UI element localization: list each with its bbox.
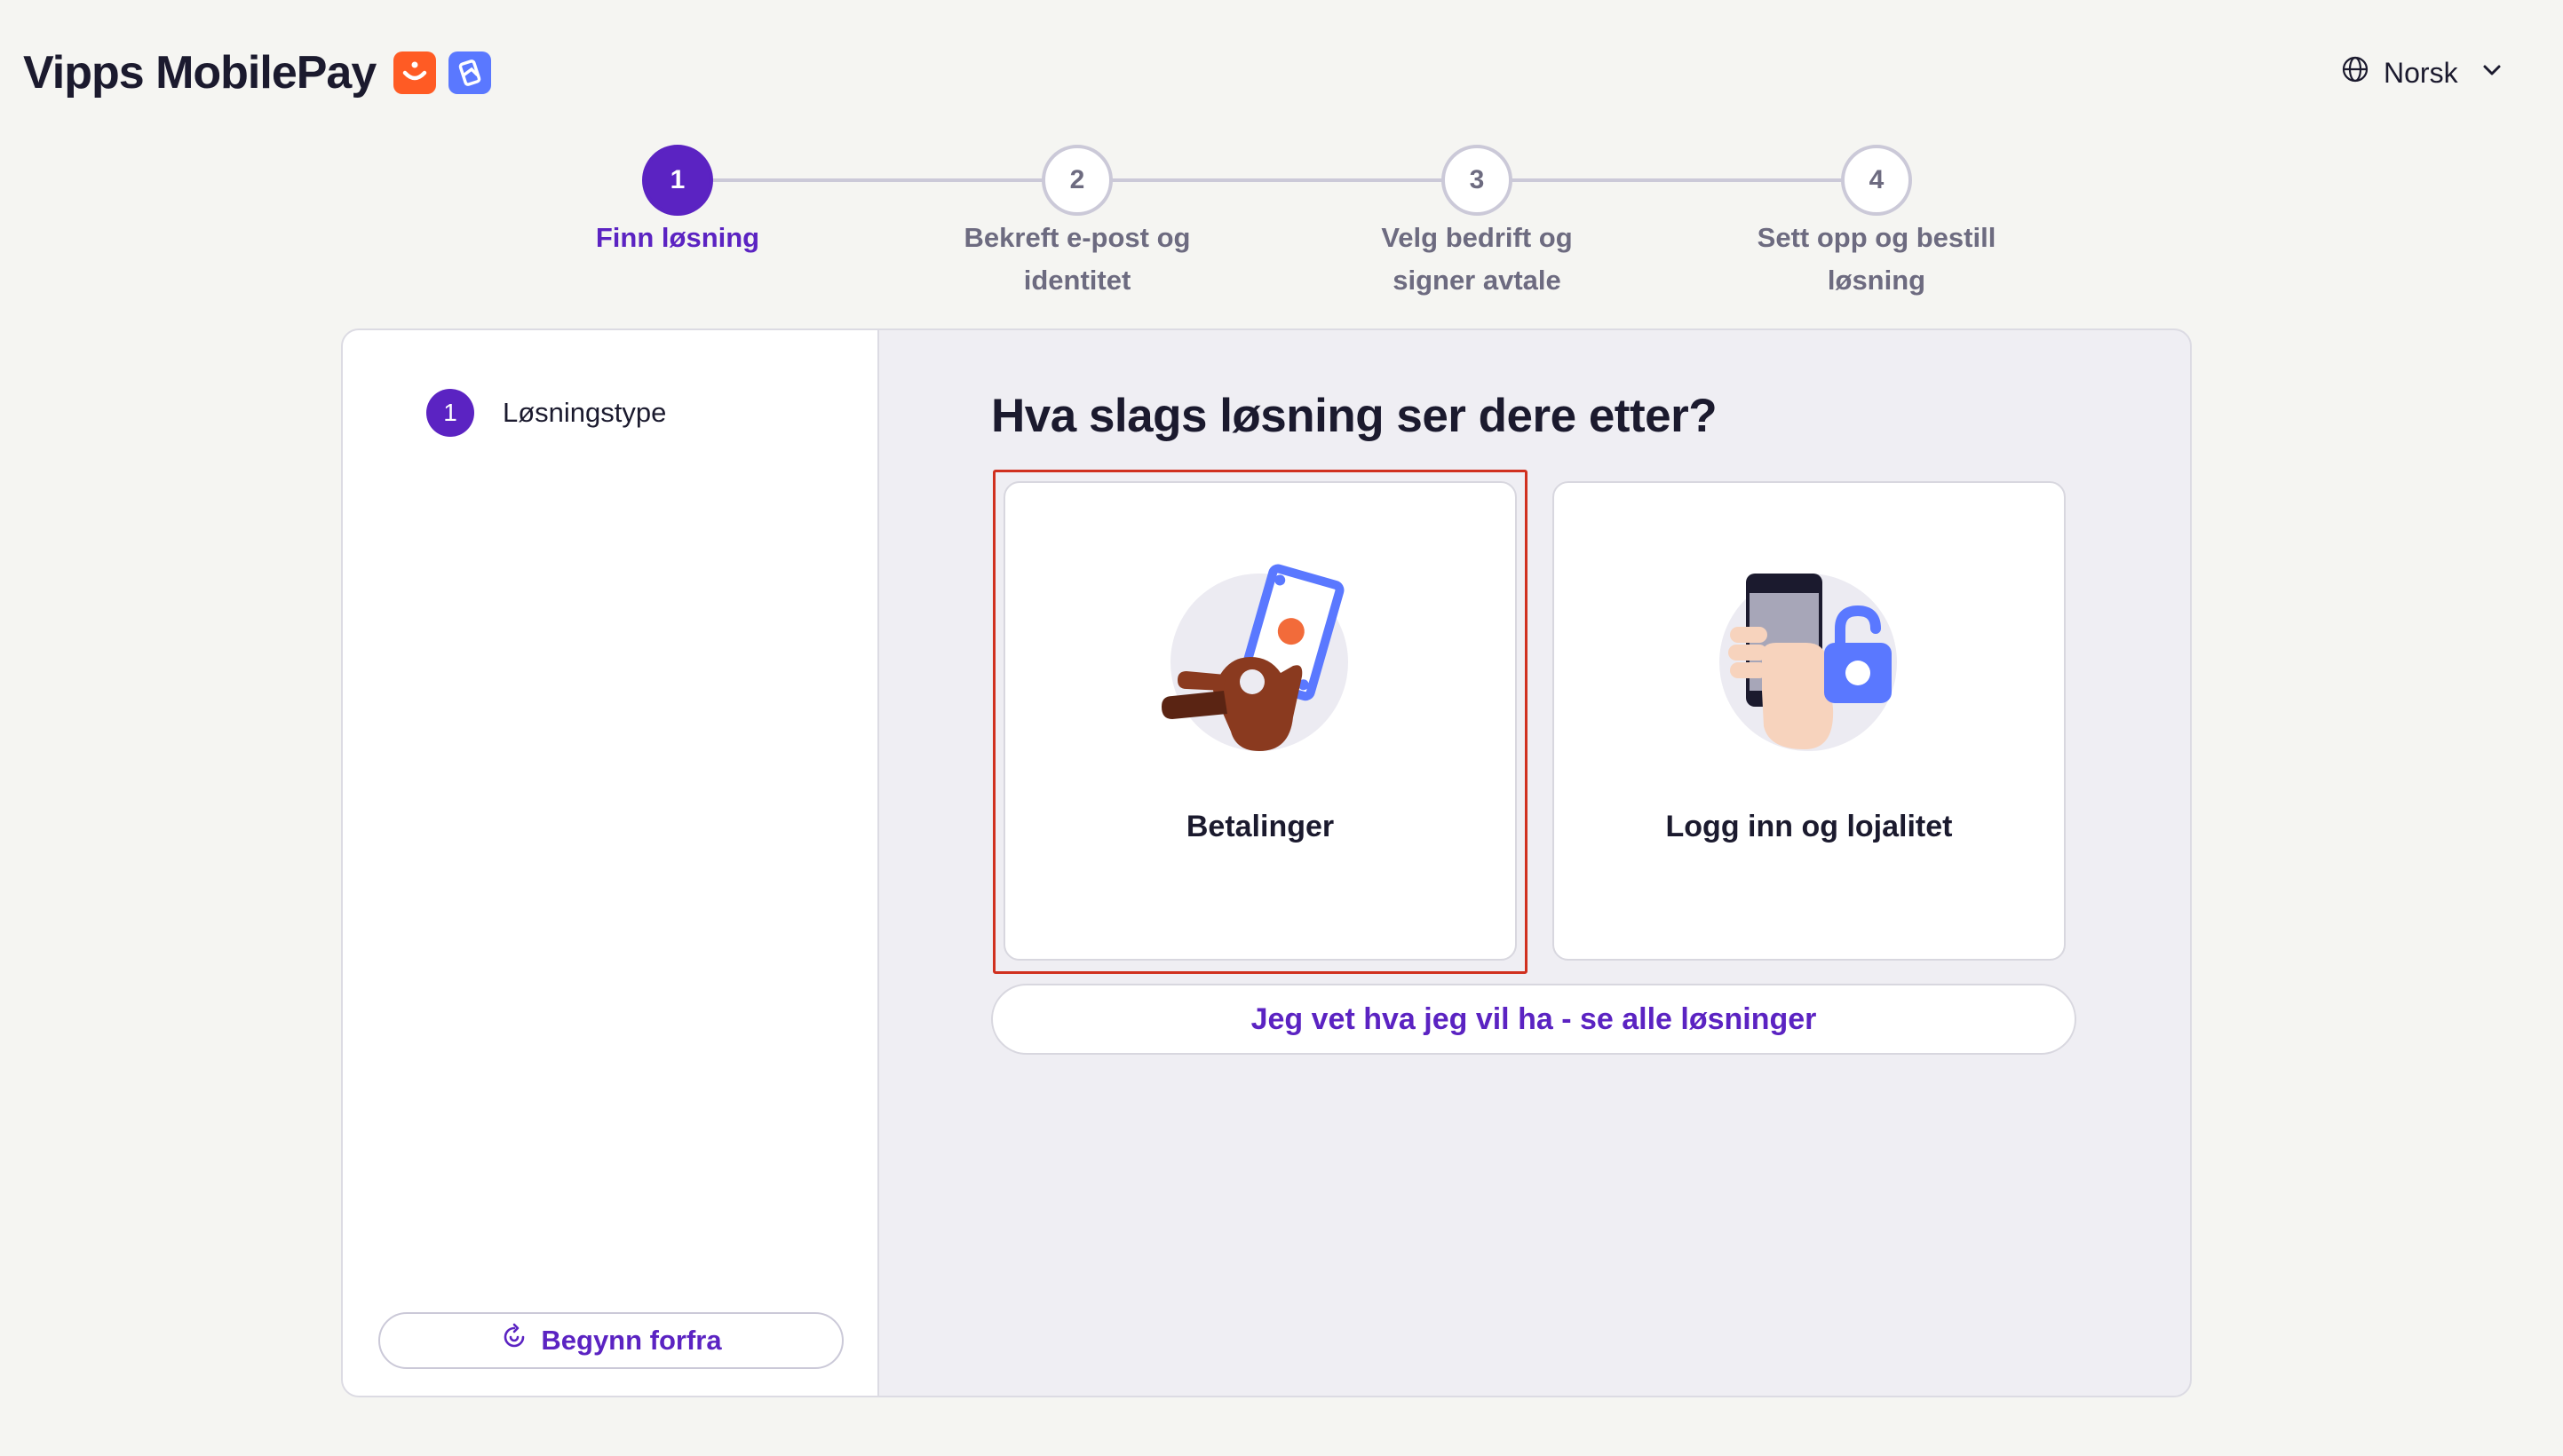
option-betalinger[interactable]: Betalinger <box>1004 481 1517 961</box>
step-1-label: Finn løsning <box>509 217 846 259</box>
progress-stepper: 1 Finn løsning 2 Bekreft e-post og ident… <box>0 0 2563 320</box>
stepper-connector <box>712 178 1043 182</box>
option-betalinger-label: Betalinger <box>1186 810 1335 843</box>
page-title: Hva slags løsning ser dere etter? <box>991 390 1718 442</box>
step-2-label-line2: identitet <box>1023 265 1131 296</box>
step-2-circle: 2 <box>1042 145 1113 216</box>
restart-button[interactable]: Begynn forfra <box>378 1312 844 1369</box>
sidebar-item-number: 1 <box>426 389 474 437</box>
step-4-label-line1: Sett opp og bestill <box>1757 222 1996 253</box>
restart-icon <box>500 1323 528 1358</box>
step-4-circle: 4 <box>1841 145 1912 216</box>
option-logg-inn-lojalitet[interactable]: Logg inn og lojalitet <box>1552 481 2066 961</box>
option-logg-inn-label: Logg inn og lojalitet <box>1665 810 1953 843</box>
step-3-circle: 3 <box>1441 145 1512 216</box>
step-2-label: Bekreft e-post og identitet <box>909 217 1246 302</box>
step-1-label-line1: Finn løsning <box>595 222 760 253</box>
main-panel: 1 Løsningstype Begynn forfra Hva slags l… <box>341 328 2192 1397</box>
step-3-label-line1: Velg bedrift og <box>1381 222 1573 253</box>
restart-label: Begynn forfra <box>541 1325 722 1356</box>
onboarding-page: Vipps MobilePay Norsk 1 Finn løsning 2 B… <box>0 0 2563 1456</box>
phone-with-padlock-icon <box>1709 558 1913 762</box>
hand-with-banknote-icon <box>1160 558 1364 762</box>
see-all-solutions-button[interactable]: Jeg vet hva jeg vil ha - se alle løsning… <box>991 984 2076 1055</box>
step-3-label: Velg bedrift og signer avtale <box>1308 217 1646 302</box>
stepper-connector <box>1112 178 1442 182</box>
sidebar-item-label: Løsningstype <box>503 397 667 428</box>
step-2-label-line1: Bekreft e-post og <box>964 222 1191 253</box>
step-4-label: Sett opp og bestill løsning <box>1708 217 2045 302</box>
step-3-label-line2: signer avtale <box>1393 265 1561 296</box>
sidebar: 1 Løsningstype Begynn forfra <box>343 330 879 1396</box>
stepper-connector <box>1512 178 1842 182</box>
sidebar-item-losningstype: 1 Løsningstype <box>426 389 666 437</box>
step-1-circle: 1 <box>642 145 713 216</box>
step-4-label-line2: løsning <box>1827 265 1926 296</box>
